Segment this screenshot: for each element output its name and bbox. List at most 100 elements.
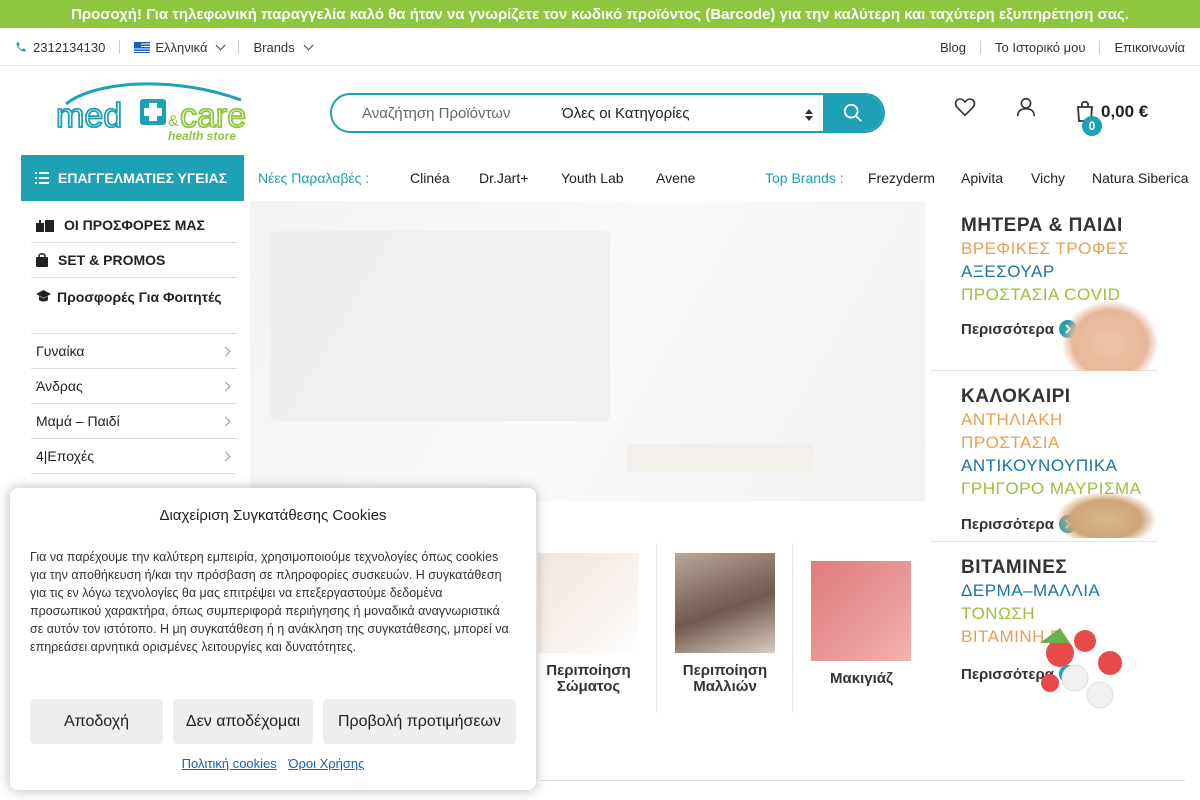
cookie-policy-link[interactable]: Πολιτική cookies: [182, 756, 277, 771]
cart-count-badge: 0: [1082, 116, 1102, 136]
menu-list-icon: [35, 172, 49, 184]
category-tile-body-care[interactable]: Περιποίηση Σώματος: [520, 543, 657, 713]
promo-line: ΠΡΟΣΤΑΣΙΑ: [961, 433, 1060, 452]
promo-vitamins[interactable]: ΒΙΤΑΜΙΝΕΣ ΔΕΡΜΑ–ΜΑΛΛΙΑ ΤΟΝΩΣΗ ΒΙΤΑΜΙΝΗ D…: [930, 557, 1158, 713]
sidebar-item-offers[interactable]: ΟΙ ΠΡΟΣΦΟΡΕΣ ΜΑΣ: [31, 208, 237, 243]
cart-total: 0,00 €: [1101, 102, 1149, 121]
category-label: Μαλλιών: [693, 678, 757, 695]
promo-line: ΒΡΕΦΙΚΕΣ ΤΡΟΦΕΣ: [961, 239, 1129, 258]
category-select[interactable]: Όλες οι Κατηγορίες: [547, 95, 823, 131]
history-link[interactable]: Το Ιστορικό μου: [995, 40, 1085, 55]
logo-amp: &: [168, 113, 179, 130]
promo-title: ΚΑΛΟΚΑΙΡΙ: [961, 386, 1071, 407]
chevron-right-icon: [220, 381, 231, 392]
main-nav: ΕΠΑΓΓΕΛΜΑΤΙΕΣ ΥΓΕΙΑΣ Νέες Παραλαβές : Cl…: [0, 155, 1200, 201]
makeup-image: [811, 561, 911, 661]
sidebar-item-set-promos[interactable]: SET & PROMOS: [31, 243, 237, 278]
cookie-deny-button[interactable]: Δεν αποδέχομαι: [173, 699, 313, 744]
nav-link-frezyderm[interactable]: Frezyderm: [868, 155, 935, 201]
section-divider: [540, 780, 1185, 781]
nav-link-youthlab[interactable]: Youth Lab: [561, 155, 624, 201]
category-tile-makeup[interactable]: Μακιγιάζ: [793, 543, 930, 713]
cart-button[interactable]: 0 0,00 €: [1075, 96, 1165, 136]
category-label: Περιποίηση: [682, 662, 768, 679]
nav-link-natura-siberica[interactable]: Natura Siberica: [1092, 155, 1189, 201]
nav-link-avene[interactable]: Avene: [656, 155, 695, 201]
cookie-body: Για να παρέχουμε την καλύτερη εμπειρία, …: [30, 550, 509, 654]
sidebar-item-label: 4|Εποχές: [36, 448, 94, 464]
blog-link[interactable]: Blog: [940, 40, 966, 55]
top-bar: 2312134130 Ελληνικά Brands Blog Το Ιστορ…: [0, 28, 1200, 66]
category-label: Μακιγιάζ: [830, 670, 893, 687]
category-sidebar: ΟΙ ΠΡΟΣΦΟΡΕΣ ΜΑΣ SET & PROMOS Προσφορές …: [31, 208, 237, 474]
nav-link-vichy[interactable]: Vichy: [1031, 155, 1065, 201]
category-tile-hair-care[interactable]: Περιποίηση Μαλλιών: [657, 543, 793, 713]
sidebar-item-man[interactable]: Άνδρας: [31, 369, 237, 404]
sidebar-item-label: Μαμά – Παιδί: [36, 413, 120, 429]
nav-link-drjart[interactable]: Dr.Jart+: [479, 155, 528, 201]
sidebar-item-woman[interactable]: Γυναίκα: [31, 334, 237, 369]
sidebar-item-label: Προσφορές Για Φοιτητές: [57, 289, 222, 305]
sidebar-item-label: ΟΙ ΠΡΟΣΦΟΡΕΣ ΜΑΣ: [64, 217, 205, 233]
cookie-preferences-button[interactable]: Προβολή προτιμήσεων: [323, 699, 516, 744]
select-arrows-icon: [805, 108, 813, 125]
cookie-accept-button[interactable]: Αποδοχή: [30, 699, 163, 744]
chevron-down-icon: [216, 40, 226, 50]
body-care-image: [538, 553, 638, 653]
promo-line: ΑΝΤΗΛΙΑΚΗ: [961, 410, 1063, 429]
greek-flag-icon: [134, 41, 151, 53]
health-professionals-button[interactable]: ΕΠΑΓΓΕΛΜΑΤΙΕΣ ΥΓΕΙΑΣ: [21, 155, 244, 201]
promo-line: ΑΞΕΣΟΥΑΡ: [961, 262, 1055, 281]
hair-care-image: [675, 553, 775, 653]
sidebar-item-label: Άνδρας: [36, 378, 83, 394]
contact-link[interactable]: Επικοινωνία: [1114, 40, 1185, 55]
top-brands-label: Top Brands :: [765, 170, 844, 186]
site-logo[interactable]: med & care health store: [55, 82, 266, 144]
account-icon[interactable]: [1015, 96, 1037, 123]
promo-summer[interactable]: ΚΑΛΟΚΑΙΡΙ ΑΝΤΗΛΙΑΚΗ ΠΡΟΣΤΑΣΙΑ ΑΝΤΙΚΟΥΝΟΥ…: [930, 386, 1158, 542]
terms-link[interactable]: Όροι Χρήσης: [288, 756, 364, 771]
announcement-text: Προσοχή! Για τηλεφωνική παραγγελία καλό …: [71, 5, 1129, 23]
chevron-right-icon: [220, 346, 231, 357]
sidebar-item-mom-child[interactable]: Μαμά – Παιδί: [31, 404, 237, 439]
chevron-right-icon: [220, 416, 231, 427]
category-label: Σώματος: [556, 678, 621, 695]
banner-product-image: [270, 231, 610, 421]
bag-icon: [36, 253, 48, 267]
promo-line: ΤΟΝΩΣΗ: [961, 604, 1036, 623]
logo-med: med: [56, 97, 122, 135]
health-professionals-label: ΕΠΑΓΓΕΛΜΑΤΙΕΣ ΥΓΕΙΑΣ: [58, 170, 227, 186]
sidebar-item-student-offers[interactable]: Προσφορές Για Φοιτητές: [31, 278, 237, 334]
language-selector[interactable]: Ελληνικά: [134, 39, 226, 55]
logo-tagline: health store: [168, 129, 236, 143]
phone-number[interactable]: 2312134130: [33, 40, 105, 55]
promo-title: ΜΗΤΕΡΑ & ΠΑΙΔΙ: [961, 215, 1123, 236]
promo-line: ΑΝΤΙΚΟΥΝΟΥΠΙΚΑ: [961, 456, 1118, 475]
category-label: Περιποίηση: [546, 662, 631, 679]
promo-mother-child[interactable]: ΜΗΤΕΡΑ & ΠΑΙΔΙ ΒΡΕΦΙΚΕΣ ΤΡΟΦΕΣ ΑΞΕΣΟΥΑΡ …: [930, 215, 1158, 371]
brands-dropdown[interactable]: Brands: [253, 39, 314, 55]
promo-more-label: Περισσότερα: [961, 515, 1054, 533]
search-icon: [842, 102, 864, 124]
announcement-bar: Προσοχή! Για τηλεφωνική παραγγελία καλό …: [0, 0, 1200, 28]
nav-link-apivita[interactable]: Apivita: [961, 155, 1003, 201]
sidebar-item-label: Γυναίκα: [36, 343, 85, 359]
wishlist-icon[interactable]: [954, 96, 976, 123]
chevron-down-icon: [303, 40, 314, 50]
baby-feet-image: [1062, 301, 1158, 371]
banner-cta-button: [627, 444, 813, 472]
sidebar-item-seasons[interactable]: 4|Εποχές: [31, 439, 237, 474]
promo-line: ΔΕΡΜΑ–ΜΑΛΛΙΑ: [961, 581, 1101, 600]
search-input[interactable]: Αναζήτηση Προϊόντων: [332, 105, 547, 122]
promo-title: ΒΙΤΑΜΙΝΕΣ: [961, 557, 1068, 578]
language-label: Ελληνικά: [155, 39, 208, 55]
search-button[interactable]: [823, 95, 883, 131]
nav-link-clinea[interactable]: Clinéa: [410, 155, 450, 201]
graduation-cap-icon: [36, 288, 51, 309]
seashell-image: [1056, 492, 1156, 538]
brands-label: Brands: [253, 39, 295, 55]
cookie-consent-dialog: Διαχείριση Συγκατάθεσης Cookies Για να π…: [10, 488, 536, 790]
search-bar: Αναζήτηση Προϊόντων Όλες οι Κατηγορίες: [330, 93, 885, 133]
vitamins-image: [1030, 623, 1140, 713]
hero-banner[interactable]: [250, 201, 925, 501]
